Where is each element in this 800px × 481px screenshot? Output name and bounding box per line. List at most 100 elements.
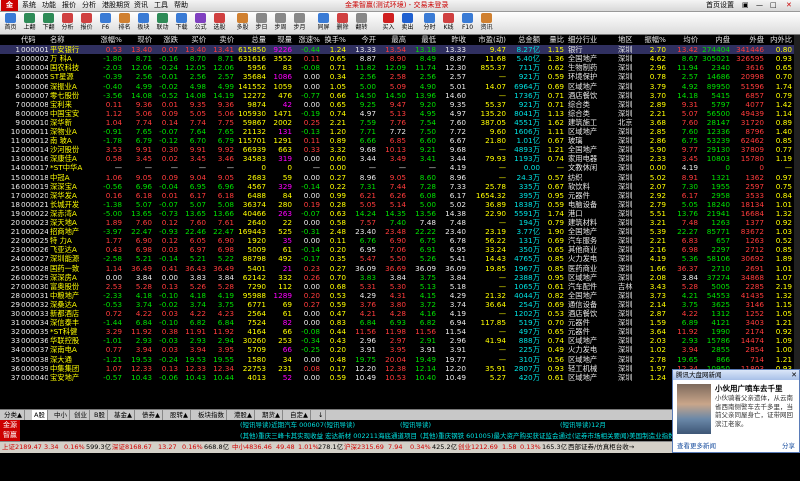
toolbar-button[interactable]: 排名 (116, 13, 133, 34)
table-row[interactable]: 5 000006 深振业A -0.40 4.99 -0.02 4.98 4.99 141552 1… (0, 82, 800, 91)
column-header[interactable]: 涨跌 (152, 35, 178, 44)
table-row[interactable]: 26 000029 深深房A 0.00 3.84 0.00 3.83 3.84 62142 332… (0, 273, 800, 282)
column-header[interactable]: 细分行业 (568, 35, 616, 44)
table-row[interactable]: 6 000007 零七股份 -3.56 14.08 -0.52 14.08 14.19 1227… (0, 91, 800, 100)
more-news-link[interactable]: 查看更多新闻 (677, 440, 716, 450)
column-header[interactable]: 总金额 (506, 35, 540, 44)
news-popup[interactable]: 腾讯大盘网新闻 ✕ 小伙用广喷车去千里 小伙骑着父亲遗体，从云南省西南侧警车去千… (672, 369, 800, 453)
table-row[interactable]: 13 000016 深康佳A 0.58 3.45 0.02 3.45 3.46 34583 319… (0, 154, 800, 163)
table-row[interactable]: 4 000005 ST星源 -0.39 2.56 -0.01 2.56 2.57 35684 10… (0, 72, 800, 81)
tab-market[interactable]: B股 (92, 410, 108, 420)
table-row[interactable]: 29 000032 深桑达A -0.53 3.74 -0.02 3.74 3.75 6771 69… (0, 300, 800, 309)
menu-system[interactable]: 系统 (22, 0, 36, 11)
toolbar-button[interactable]: 同屏 (315, 13, 332, 34)
toolbar-button[interactable]: F6 (97, 13, 114, 34)
index-status-item[interactable]: 西部证券/仿真柜台收→ (568, 442, 634, 453)
toolbar-button[interactable]: 资讯 (478, 13, 495, 34)
table-row[interactable]: 30 000033 新都酒店 0.72 4.22 0.03 4.22 4.23 2564 61 0.… (0, 309, 800, 318)
toolbar-button[interactable]: 下翻 (40, 13, 57, 34)
column-header[interactable]: 现量 (266, 35, 292, 44)
tab-market[interactable]: 债券▲ (140, 410, 163, 420)
tab-market[interactable]: 板块指数 (196, 410, 227, 420)
table-row[interactable]: 28 000031 中粮地产 -2.33 4.18 -0.10 4.18 4.19 95988 1… (0, 291, 800, 300)
menu-quote[interactable]: 报价 (62, 0, 76, 11)
tab-market[interactable]: 股转▲ (168, 410, 191, 420)
column-header[interactable]: 卖价 (206, 35, 234, 44)
toolbar-button[interactable]: 步日 (253, 13, 270, 34)
table-row[interactable]: 22 000025 特 力A 1.77 6.90 0.12 6.05 6.90 1920 35 0.… (0, 236, 800, 245)
column-header[interactable]: 换手% (320, 35, 346, 44)
toolbar-button[interactable]: F10 (459, 13, 476, 34)
table-row[interactable]: 18 000021 长城开发 -1.38 5.07 -0.07 5.07 5.08 36374 2… (0, 200, 800, 209)
popup-close-icon[interactable]: ✕ (791, 370, 797, 380)
vertical-scrollbar[interactable] (794, 35, 800, 408)
minimize-icon[interactable]: — (756, 0, 763, 11)
menu-news[interactable]: 资讯 (134, 0, 148, 11)
toolbar-button[interactable]: 分析 (59, 13, 76, 34)
tab-market[interactable]: ↓ (316, 410, 327, 420)
table-row[interactable]: 16 000019 深深宝A -0.56 6.96 -0.04 6.95 6.96 4567 32… (0, 182, 800, 191)
table-row[interactable]: 25 000028 国药一致 1.14 36.49 0.41 36.43 36.49 5401 2… (0, 264, 800, 273)
table-row[interactable]: 24 000027 深圳能源 -2.58 5.21 -0.14 5.21 5.22 88798 4… (0, 254, 800, 263)
tab-market[interactable]: 港股▲ (232, 410, 255, 420)
table-row[interactable]: 35 000038 深大通 -1.21 19.53 -0.24 19.53 19.55 1580… (0, 355, 800, 364)
table-row[interactable]: 11 000012 南 玻A -1.78 6.79 -0.12 6.70 6.79 115701… (0, 136, 800, 145)
table-row[interactable]: 14 000017 *ST中华A — — — — — 0 0 — 0.00 — — — 4.19 — 0.00 — 文… (0, 163, 800, 172)
toolbar-button[interactable]: 删除 (334, 13, 351, 34)
menu-analysis[interactable]: 分析 (82, 0, 96, 11)
share-link[interactable]: 分享 (782, 440, 795, 450)
tab-market[interactable]: 分类▲ (2, 410, 25, 420)
table-row[interactable]: 2 000002 万 科A -1.80 8.71 -0.16 8.70 8.71 631616 3… (0, 54, 800, 63)
ticker-item[interactable]: (短讯导读)近期汽车 000607(短讯导读) (240, 420, 355, 430)
toolbar-button[interactable]: 分时 (421, 13, 438, 34)
ticker-item[interactable]: (短讯导读) (400, 420, 431, 430)
menu-hk-futures[interactable]: 港股期货 (102, 0, 130, 11)
toolbar-button[interactable]: 步周 (272, 13, 289, 34)
column-header[interactable]: 外盘 (730, 35, 764, 44)
home-settings-link[interactable]: 首页设置 (706, 0, 734, 11)
column-header[interactable]: 量比 (540, 35, 564, 44)
tab-market[interactable]: 期货▲ (260, 410, 283, 420)
table-row[interactable]: 15 000018 中冠A 1.06 9.05 0.09 9.04 9.05 2683 59 0.0… (0, 173, 800, 182)
table-row[interactable]: 31 000034 深信泰丰 -1.44 6.84 -0.10 6.82 6.84 7524 82… (0, 318, 800, 327)
column-header[interactable]: 内外比 (764, 35, 792, 44)
column-header[interactable]: 涨速% (292, 35, 320, 44)
table-row[interactable]: 23 000026 飞亚达A 0.43 6.98 0.03 6.97 6.98 5009 61 -0… (0, 245, 800, 254)
column-header[interactable]: 买价 (178, 35, 206, 44)
close-icon[interactable]: ✕ (786, 0, 792, 11)
table-row[interactable]: 33 000036 华联控股 -1.01 2.93 -0.03 2.93 2.94 30260 2… (0, 336, 800, 345)
ticker-item[interactable]: (证券市场相关要闻)美国制造业指数呈… (572, 431, 688, 441)
toolbar-button[interactable]: 联动 (154, 13, 171, 34)
tab-market[interactable]: 基金▲ (112, 410, 135, 420)
tab-market[interactable]: 创业 (72, 410, 90, 420)
table-row[interactable]: 27 000030 富奥股份 2.53 5.28 0.13 5.26 5.28 7290 112 0… (0, 282, 800, 291)
table-row[interactable]: 1 000001 平安银行 0.53 13.40 0.07 13.40 13.41 615850… (0, 45, 800, 55)
table-row[interactable]: 9 000010 深华新 1.04 7.74 0.14 7.74 7.75 59867 2002 0… (0, 118, 800, 127)
column-header[interactable]: 最高 (376, 35, 406, 44)
table-row[interactable]: 20 000023 深天地A 1.89 7.60 0.12 7.60 7.61 2640 22 0.… (0, 218, 800, 227)
column-header[interactable]: 名称 (50, 35, 92, 44)
column-header[interactable]: 现价 (122, 35, 152, 44)
tab-market[interactable]: A股 (32, 410, 48, 420)
column-header[interactable]: 昨收 (436, 35, 466, 44)
table-row[interactable]: 8 000009 中国宝安 1.12 5.06 0.09 5.05 5.06 105930 147… (0, 109, 800, 118)
toolbar-button[interactable]: 卖出 (399, 13, 416, 34)
menu-function[interactable]: 功能 (42, 0, 56, 11)
column-header[interactable]: 地区 (618, 35, 642, 44)
tab-market[interactable]: 中小 (52, 410, 70, 420)
table-row[interactable]: 32 000035 *ST科健 3.29 11.92 0.38 11.91 11.92 4164… (0, 327, 800, 336)
table-row[interactable]: 10 000011 深物业A -0.91 7.65 -0.07 7.64 7.65 21132 1… (0, 127, 800, 136)
toolbar-button[interactable]: 首页 (2, 13, 19, 34)
column-header[interactable]: 市盈(动) (466, 35, 506, 44)
table-row[interactable]: 17 000020 深华发A 0.16 6.18 0.01 6.17 6.18 6488 84 0.… (0, 191, 800, 200)
table-row[interactable]: 3 000004 国农科技 -2.03 12.06 -0.24 12.05 12.06 5956… (0, 63, 800, 72)
tab-market[interactable]: 自定▲ (288, 410, 311, 420)
toolbar-button[interactable]: 报价 (78, 13, 95, 34)
column-header[interactable]: 均价 (666, 35, 698, 44)
column-header[interactable]: 最低 (406, 35, 436, 44)
column-header[interactable]: 总量 (234, 35, 266, 44)
toolbar-button[interactable]: 多股 (234, 13, 251, 34)
table-row[interactable]: 34 000037 深南电A 0.77 3.94 0.03 3.94 3.95 5709 66 -0… (0, 345, 800, 354)
table-row[interactable]: 19 000022 深赤湾A -5.00 13.65 -0.73 13.65 13.66 404… (0, 209, 800, 218)
column-header[interactable]: 振幅% (642, 35, 666, 44)
